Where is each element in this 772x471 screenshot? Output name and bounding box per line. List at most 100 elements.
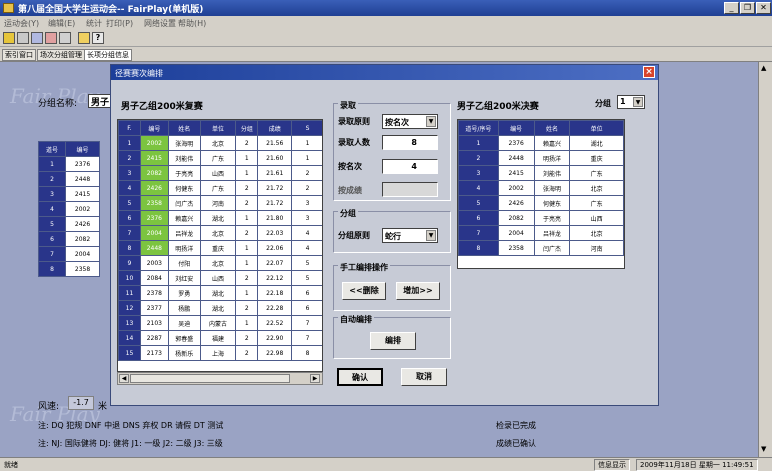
minimize-button[interactable]: _ bbox=[724, 2, 739, 14]
tab-group-info[interactable]: 长项分组信息 bbox=[84, 49, 132, 61]
menu-help[interactable]: 帮助(H) bbox=[178, 18, 206, 29]
table-row[interactable]: 4 2002 张海明 北京 bbox=[458, 180, 624, 196]
delete-button[interactable]: <<删除 bbox=[342, 282, 386, 300]
table-row[interactable]: 5 2358 闫广杰 河南 2 21.72 3 bbox=[118, 195, 322, 211]
chevron-down-icon[interactable]: ▼ bbox=[633, 97, 643, 107]
tab-index[interactable]: 索引窗口 bbox=[2, 49, 36, 61]
rank-cell: 1 bbox=[291, 135, 322, 151]
table-row[interactable]: 2 2415 刘能伟 广东 1 21.60 1 bbox=[118, 150, 322, 166]
menu-stats[interactable]: 统计 bbox=[86, 18, 102, 29]
close-button[interactable]: ✕ bbox=[756, 2, 771, 14]
table-row[interactable]: 7 2004 吕祥龙 北京 bbox=[458, 225, 624, 241]
help-icon[interactable]: ? bbox=[92, 32, 104, 44]
menu-edit[interactable]: 编辑(E) bbox=[48, 18, 75, 29]
chevron-down-icon[interactable]: ▼ bbox=[426, 116, 436, 127]
by-score-input[interactable] bbox=[382, 182, 438, 197]
row-index: 10 bbox=[118, 270, 141, 286]
add-button[interactable]: 增加>> bbox=[396, 282, 440, 300]
semifinal-table: F. 编号 姓名 单位 分组 成绩 S 1 2002 张海明 北京 2 21.56 1 22… bbox=[118, 120, 322, 361]
column-header: 道号/序号 bbox=[458, 120, 499, 136]
scroll-down-icon[interactable]: ▼ bbox=[761, 445, 766, 453]
name-cell: 刘红安 bbox=[167, 270, 201, 286]
column-header: 姓名 bbox=[533, 120, 571, 136]
table-row[interactable]: 1 2376 赖嘉兴 湖北 bbox=[458, 135, 624, 151]
wind-value: -1.7 bbox=[68, 396, 94, 410]
group-cell: 1 bbox=[235, 210, 259, 226]
result-cell: 21.56 bbox=[257, 135, 293, 151]
rank-cell: 3 bbox=[291, 195, 322, 211]
table-row[interactable]: 12 2377 杨鹏 湖北 2 22.28 6 bbox=[118, 300, 322, 316]
column-header: 分组 bbox=[235, 120, 259, 136]
new-icon[interactable] bbox=[3, 32, 15, 44]
statusbar: 就绪 信息显示 2009年11月18日 星期一 11:49:51 bbox=[0, 457, 772, 471]
tab-heat-groups[interactable]: 场次分组管理 bbox=[37, 49, 85, 61]
unit-cell: 广东 bbox=[569, 195, 624, 211]
cancel-button[interactable]: 取消 bbox=[401, 368, 447, 386]
final-table-frame: 道号/序号 编号 姓名 单位 1 2376 赖嘉兴 湖北 2 2448 明扬洋 重庆 3 24… bbox=[457, 119, 625, 269]
table-row[interactable]: 14 2287 郭春盛 福建 2 22.90 7 bbox=[118, 330, 322, 346]
save-icon[interactable] bbox=[31, 32, 43, 44]
table-row[interactable]: 10 2084 刘红安 山西 2 22.12 5 bbox=[118, 270, 322, 286]
lane-cell: 3 bbox=[37, 186, 67, 202]
table-row[interactable]: 9 2003 付阳 北京 1 22.07 5 bbox=[118, 255, 322, 271]
key-icon[interactable] bbox=[78, 32, 90, 44]
dialog-close-icon[interactable]: × bbox=[643, 66, 655, 78]
scroll-right-icon[interactable]: ▶ bbox=[310, 374, 320, 383]
grouping-rule-select[interactable]: 蛇行 ▼ bbox=[382, 228, 438, 243]
print-icon[interactable] bbox=[17, 32, 29, 44]
row-index: 13 bbox=[118, 315, 141, 331]
result-cell: 21.61 bbox=[257, 165, 293, 181]
number-cell: 2082 bbox=[65, 231, 100, 247]
table-row[interactable]: 6 2376 赖嘉兴 湖北 1 21.80 3 bbox=[118, 210, 322, 226]
main-vertical-scrollbar[interactable]: ▲ ▼ bbox=[758, 62, 772, 457]
admission-rule-select[interactable]: 按名次 ▼ bbox=[382, 114, 438, 129]
table-row[interactable]: 8 2448 明扬洋 重庆 1 22.06 4 bbox=[118, 240, 322, 256]
door-icon[interactable] bbox=[59, 32, 71, 44]
rank-cell: 2 bbox=[291, 165, 322, 181]
row-index: 4 bbox=[118, 180, 141, 196]
table-row[interactable]: 15 2173 杨新乐 上海 2 22.98 8 bbox=[118, 345, 322, 361]
arrange-button[interactable]: 编排 bbox=[370, 332, 416, 350]
chevron-down-icon[interactable]: ▼ bbox=[426, 230, 436, 241]
scroll-left-icon[interactable]: ◀ bbox=[119, 374, 129, 383]
admission-count-input[interactable]: 8 bbox=[382, 135, 438, 150]
name-cell: 于亮亮 bbox=[167, 165, 201, 181]
menu-network[interactable]: 网络设置 bbox=[144, 18, 176, 29]
group-cell: 1 bbox=[235, 255, 259, 271]
group-cell: 2 bbox=[235, 300, 259, 316]
ok-button[interactable]: 确认 bbox=[337, 368, 383, 386]
status-text: 就绪 bbox=[4, 461, 18, 469]
table-row[interactable]: 11 2378 罗勇 湖北 1 22.18 6 bbox=[118, 285, 322, 301]
table-row[interactable]: 1 2002 张海明 北京 2 21.56 1 bbox=[118, 135, 322, 151]
scroll-thumb[interactable] bbox=[130, 374, 290, 383]
result-cell: 22.28 bbox=[257, 300, 293, 316]
name-cell: 郭春盛 bbox=[167, 330, 201, 346]
table-row[interactable]: 8 2358 闫广杰 河南 bbox=[458, 240, 624, 256]
table-row[interactable]: 13 2103 吴迪 内蒙古 1 22.52 7 bbox=[118, 315, 322, 331]
table-row[interactable]: 7 2004 吕祥龙 北京 2 22.03 4 bbox=[118, 225, 322, 241]
number-cell: 2415 bbox=[497, 165, 535, 181]
tool-icon[interactable] bbox=[45, 32, 57, 44]
table-row[interactable]: 3 2082 于亮亮 山西 1 21.61 2 bbox=[118, 165, 322, 181]
column-header: 编号 bbox=[65, 141, 100, 157]
table-row[interactable]: 3 2415 刘能伟 广东 bbox=[458, 165, 624, 181]
lane-cell: 8 bbox=[37, 261, 67, 277]
by-rank-input[interactable]: 4 bbox=[382, 159, 438, 174]
scroll-up-icon[interactable]: ▲ bbox=[761, 64, 766, 72]
group-cell: 1 bbox=[235, 150, 259, 166]
menu-print[interactable]: 打印(P) bbox=[106, 18, 133, 29]
admission-count-label: 录取人数 bbox=[338, 138, 370, 147]
name-cell: 明扬洋 bbox=[533, 150, 571, 166]
group-select[interactable]: 1 ▼ bbox=[617, 95, 645, 109]
row-index: 7 bbox=[118, 225, 141, 241]
unit-cell: 北京 bbox=[199, 135, 237, 151]
restore-button[interactable]: ❐ bbox=[740, 2, 755, 14]
table-row[interactable]: 2 2448 明扬洋 重庆 bbox=[458, 150, 624, 166]
left-table-hscrollbar[interactable]: ◀ ▶ bbox=[117, 372, 323, 385]
table-row[interactable]: 4 2426 何健东 广东 2 21.72 2 bbox=[118, 180, 322, 196]
menu-sports[interactable]: 运动会(Y) bbox=[4, 18, 39, 29]
column-header: 编号 bbox=[139, 120, 169, 136]
table-row[interactable]: 5 2426 何健东 广东 bbox=[458, 195, 624, 211]
name-cell: 刘能伟 bbox=[167, 150, 201, 166]
table-row[interactable]: 6 2082 于亮亮 山西 bbox=[458, 210, 624, 226]
